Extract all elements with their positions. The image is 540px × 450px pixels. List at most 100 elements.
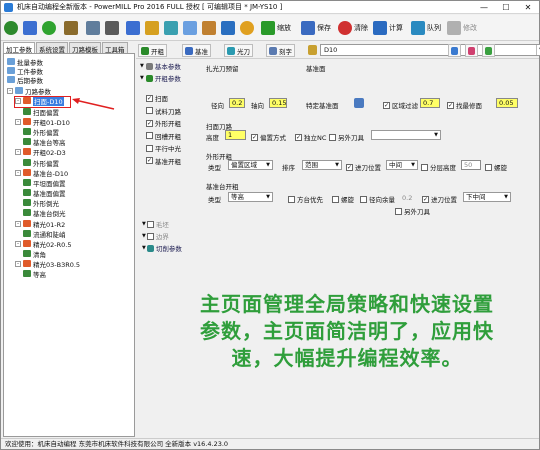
layer-height-input[interactable]: 50: [461, 160, 481, 170]
tree-item[interactable]: 流通和陡峭: [23, 229, 66, 239]
spiral2-checkbox[interactable]: [332, 195, 339, 203]
tree-item[interactable]: 基准面偏置: [23, 188, 66, 198]
tree-item[interactable]: 清角: [23, 249, 46, 259]
dir-first-toggle[interactable]: 方台优先: [288, 194, 323, 204]
radial-margin-value[interactable]: 0.2: [402, 194, 412, 202]
open-rough-button[interactable]: 开粗: [138, 44, 167, 57]
feed-pos2-toggle[interactable]: ✓ 进刀位置: [422, 194, 457, 204]
tree-item[interactable]: 等高: [23, 269, 46, 279]
layer-height-checkbox[interactable]: [421, 163, 428, 171]
alone-nc-checkbox[interactable]: ✓: [295, 133, 302, 141]
gear-tool-button[interactable]: [4, 18, 18, 38]
maximize-icon[interactable]: ☐: [495, 1, 517, 14]
axial-input[interactable]: 0.15: [269, 98, 287, 108]
tree-item[interactable]: 外形偏置: [23, 127, 59, 137]
feed-pos2-select[interactable]: 下中间 ▼: [463, 192, 511, 202]
engrave-button[interactable]: 刻字: [266, 44, 295, 57]
queue-button[interactable]: 队列: [411, 18, 441, 38]
clip-face-input[interactable]: 0.05: [496, 98, 518, 108]
tab-machining-params[interactable]: 加工参数: [3, 42, 35, 54]
radial-margin-toggle[interactable]: 径向余量: [360, 194, 395, 204]
expand-icon[interactable]: -: [15, 118, 21, 125]
tree-item[interactable]: - 开粗02-D3: [15, 147, 66, 157]
cut-params-section[interactable]: ▼ 切削参数: [142, 243, 182, 253]
cube-button[interactable]: [221, 18, 235, 38]
color-button[interactable]: [145, 18, 159, 38]
region-filter-toggle[interactable]: ✓ 区域过滤: [383, 100, 418, 110]
tab-system-settings[interactable]: 系统设置: [36, 42, 68, 54]
expand-icon[interactable]: -: [15, 260, 21, 267]
strategy-checkbox[interactable]: ✓: [146, 157, 153, 164]
clip-face-toggle[interactable]: ✓ 找最修面: [447, 100, 482, 110]
region-filter-checkbox[interactable]: ✓: [383, 101, 390, 109]
face-pick-icon[interactable]: [354, 98, 364, 108]
strategy-checkbox[interactable]: [146, 132, 153, 139]
tree-item[interactable]: 平坦面偏置: [23, 178, 66, 188]
star-button[interactable]: [465, 44, 478, 57]
spiral2-toggle[interactable]: 螺旋: [332, 194, 354, 204]
strategy-checkbox[interactable]: [146, 144, 153, 152]
offset-mode-checkbox[interactable]: ✓: [251, 133, 258, 141]
tree-item[interactable]: - 精光01-R2: [15, 219, 65, 229]
tree-item[interactable]: - 精光02-R0.5: [15, 239, 71, 249]
tree-item[interactable]: 扫面偏置: [23, 107, 59, 117]
boundary-section[interactable]: ▼ 边界: [142, 231, 169, 241]
boundary-checkbox[interactable]: [146, 232, 154, 240]
strategy-item[interactable]: 试料刀路: [146, 106, 181, 116]
layers-button[interactable]: [164, 18, 178, 38]
tree-item[interactable]: 外形偏置: [23, 158, 59, 168]
tree-item[interactable]: - 精光03-B3R0.5: [15, 259, 80, 269]
feed-pos-toggle[interactable]: ✓ 进刀位置: [346, 162, 381, 172]
tree-item[interactable]: - 基准台-D10: [15, 168, 68, 178]
type-select[interactable]: 偏置区域 ▼: [228, 160, 273, 170]
finish-button[interactable]: 光刀: [224, 44, 253, 57]
expand-icon[interactable]: -: [15, 169, 21, 176]
type2-select[interactable]: 等高 ▼: [228, 192, 273, 202]
tree-item[interactable]: 基准台等高: [23, 137, 66, 147]
tool-select[interactable]: D10 ▼: [320, 44, 540, 56]
other-tool2-toggle[interactable]: 另外刀具: [395, 206, 430, 216]
close-icon[interactable]: ✕: [517, 1, 539, 14]
strategy-item[interactable]: ✓ 基准开粗: [146, 156, 181, 166]
stock-checkbox[interactable]: [146, 220, 154, 228]
expand-icon[interactable]: -: [15, 220, 21, 227]
minimize-icon[interactable]: —: [473, 1, 495, 14]
tree-item[interactable]: 后期参数: [7, 75, 43, 85]
stock-section[interactable]: ▼ 毛坯: [142, 219, 169, 229]
feed-pos-select[interactable]: 中间 ▼: [386, 160, 418, 170]
other-tool-checkbox[interactable]: [329, 133, 336, 141]
expand-icon[interactable]: -: [7, 87, 13, 94]
tree-item[interactable]: 基准台倒光: [23, 208, 66, 218]
open-params-section[interactable]: ▼ 开粗参数: [140, 73, 181, 83]
spiral-toggle[interactable]: 螺旋: [485, 162, 507, 172]
other-tool-select[interactable]: ▼: [371, 130, 441, 140]
other-tool2-checkbox[interactable]: [395, 207, 402, 215]
edit-button[interactable]: [64, 18, 78, 38]
modify-button[interactable]: 修改: [447, 18, 477, 38]
arrow-right-button[interactable]: [86, 18, 100, 38]
region-filter-input[interactable]: 0.7: [420, 98, 440, 108]
expand-icon[interactable]: -: [15, 148, 21, 155]
spiral-checkbox[interactable]: [485, 163, 492, 171]
dir-first-checkbox[interactable]: [288, 195, 295, 203]
zoom-button[interactable]: 缩放: [261, 18, 291, 38]
radial-margin-checkbox[interactable]: [360, 195, 367, 203]
feed-pos-checkbox[interactable]: ✓: [346, 163, 353, 171]
tree-item[interactable]: - 刀路参数: [7, 86, 51, 96]
height-input[interactable]: 1: [225, 130, 246, 140]
offset-mode-toggle[interactable]: ✓ 偏置方式: [251, 132, 286, 142]
tree-item[interactable]: 外形倒光: [23, 198, 59, 208]
circle-button[interactable]: [240, 18, 254, 38]
clip-face-checkbox[interactable]: ✓: [447, 101, 454, 109]
basic-params-section[interactable]: ▼ 基本参数: [140, 61, 181, 71]
strategy-checkbox[interactable]: [146, 107, 153, 114]
strategy-item[interactable]: 回槽开粗: [146, 131, 181, 141]
alone-nc-toggle[interactable]: ✓ 独立NC: [295, 132, 326, 142]
clear-button[interactable]: 清除: [338, 18, 368, 38]
save-button[interactable]: 保存: [301, 18, 331, 38]
refresh-button[interactable]: [448, 44, 461, 57]
download-button[interactable]: [482, 44, 495, 57]
radial-input[interactable]: 0.2: [229, 98, 245, 108]
expand-icon[interactable]: -: [15, 240, 21, 247]
tree-item[interactable]: - 开粗01-D10: [15, 117, 70, 127]
